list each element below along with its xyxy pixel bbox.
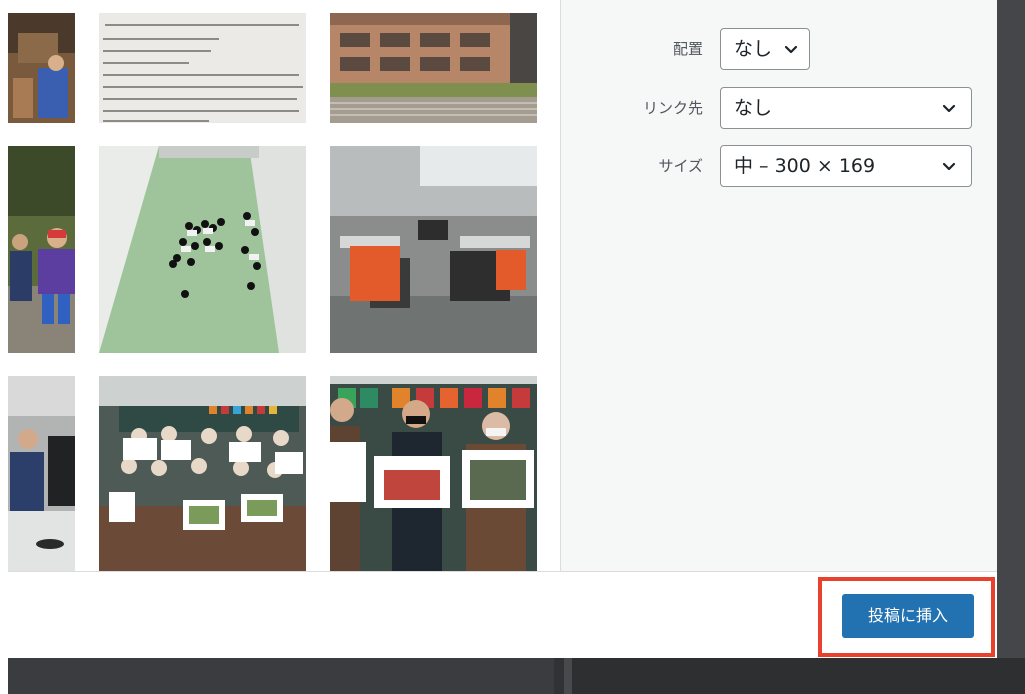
alignment-setting: 配置 なし xyxy=(561,28,997,70)
media-thumbnail[interactable] xyxy=(99,146,306,353)
size-label: サイズ xyxy=(658,157,703,175)
media-modal-screen: 配置 なし リンク先 なし サイズ 中 – 300 × 169 投稿に挿入 xyxy=(0,0,1025,694)
size-select-value: 中 – 300 × 169 xyxy=(734,155,876,177)
link-to-setting: リンク先 なし xyxy=(561,87,997,129)
chevron-down-icon xyxy=(939,146,959,186)
insert-into-post-button[interactable]: 投稿に挿入 xyxy=(842,594,974,638)
screen-edge-left xyxy=(0,0,8,694)
attachment-display-settings: 配置 なし リンク先 なし サイズ 中 – 300 × 169 xyxy=(560,0,997,571)
alignment-select-value: なし xyxy=(734,38,773,60)
alignment-label: 配置 xyxy=(672,40,703,58)
media-thumbnail[interactable] xyxy=(99,13,306,123)
modal-backdrop-bottom xyxy=(8,658,1025,694)
media-thumbnail[interactable] xyxy=(330,13,537,123)
media-library-grid[interactable] xyxy=(8,0,561,571)
link-to-select[interactable]: なし xyxy=(720,87,972,129)
media-thumbnail[interactable] xyxy=(8,376,75,571)
media-thumbnail[interactable] xyxy=(8,146,75,353)
media-thumbnail[interactable] xyxy=(330,376,537,571)
size-select[interactable]: 中 – 300 × 169 xyxy=(720,145,972,187)
modal-backdrop-right xyxy=(997,0,1025,694)
media-thumbnail[interactable] xyxy=(330,146,537,353)
chevron-down-icon xyxy=(939,88,959,128)
media-thumbnail[interactable] xyxy=(8,13,75,123)
media-modal-toolbar: 投稿に挿入 xyxy=(8,571,997,658)
link-to-select-value: なし xyxy=(734,97,773,119)
media-thumbnail[interactable] xyxy=(99,376,306,571)
alignment-select[interactable]: なし xyxy=(720,28,810,70)
chevron-down-icon xyxy=(781,29,801,69)
media-modal: 配置 なし リンク先 なし サイズ 中 – 300 × 169 投稿に挿入 xyxy=(8,0,997,658)
link-to-label: リンク先 xyxy=(642,99,703,117)
size-setting: サイズ 中 – 300 × 169 xyxy=(561,145,997,187)
